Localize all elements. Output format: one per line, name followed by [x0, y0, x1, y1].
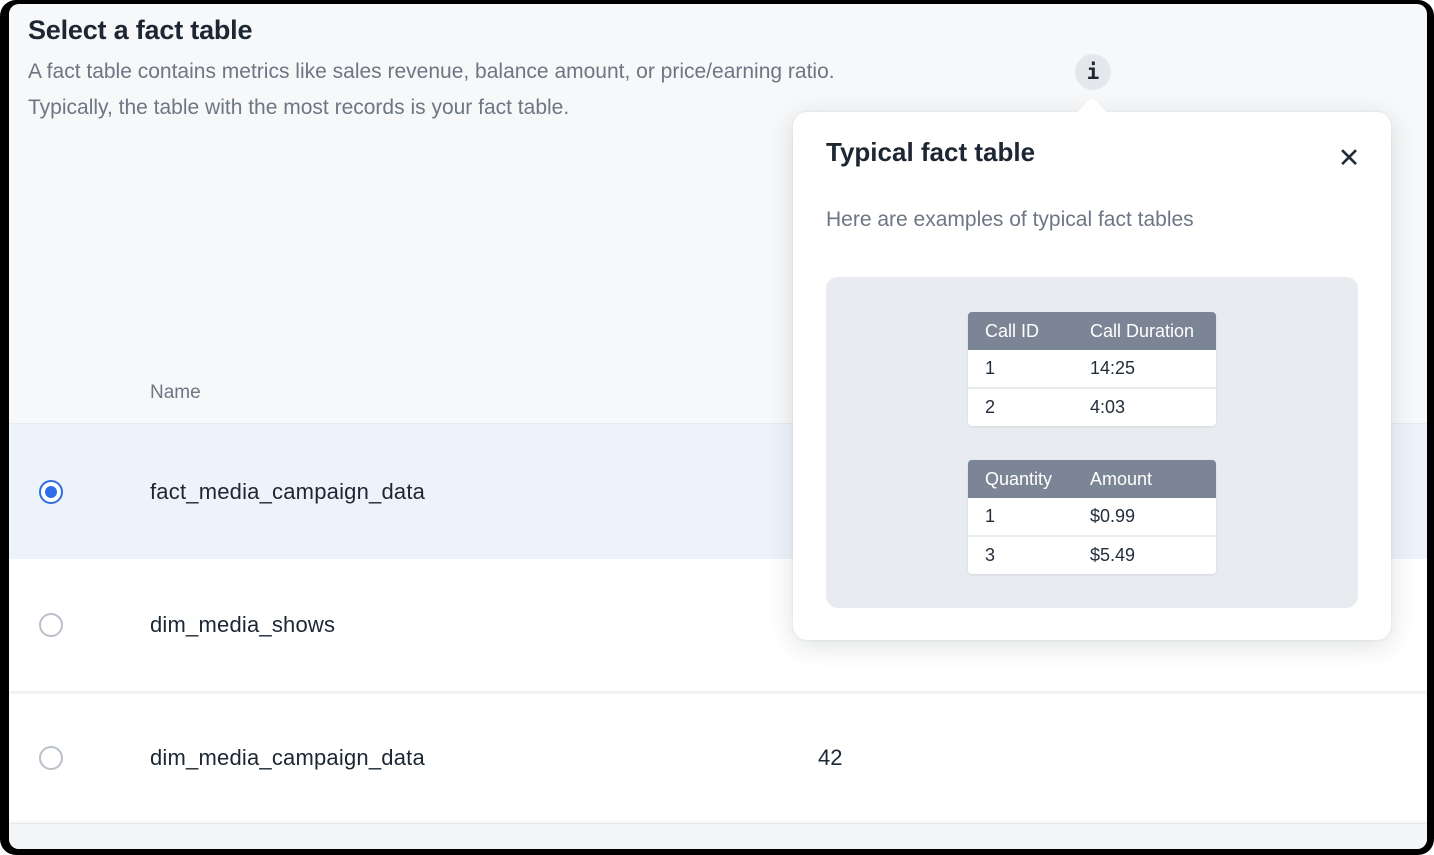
table-row-count: 42 — [818, 745, 842, 771]
cell: 2 — [985, 397, 1090, 418]
table-row-name: fact_media_campaign_data — [150, 479, 425, 505]
example-table-calls-header: Call ID Call Duration — [968, 312, 1216, 350]
table-row-name: dim_media_campaign_data — [150, 745, 425, 771]
radio-dot — [45, 486, 57, 498]
name-column-header: Name — [150, 381, 201, 405]
example-tables-card: Call ID Call Duration 1 14:25 2 4:03 Qua… — [826, 277, 1358, 608]
table-row-name: dim_media_shows — [150, 612, 335, 638]
table-row-dim-media-campaign-data[interactable]: dim_media_campaign_data 42 — [9, 695, 1427, 821]
header-cell: Call ID — [985, 321, 1090, 342]
popover-subtitle: Here are examples of typical fact tables — [826, 205, 1194, 235]
footer-bar — [9, 823, 1427, 849]
description-line-2: Typically, the table with the most recor… — [28, 94, 569, 122]
example-table-sales-header: Quantity Amount — [968, 460, 1216, 498]
example-table-row: 1 14:25 — [968, 350, 1216, 387]
radio-dot — [45, 752, 57, 764]
example-table-sales: Quantity Amount 1 $0.99 3 $5.49 — [968, 460, 1216, 574]
cell: $5.49 — [1090, 545, 1216, 566]
example-table-row: 3 $5.49 — [968, 537, 1216, 574]
page-title: Select a fact table — [28, 12, 252, 48]
header-cell: Call Duration — [1090, 321, 1216, 342]
select-fact-table-screen: Select a fact table A fact table contain… — [9, 4, 1427, 849]
cell: 4:03 — [1090, 397, 1216, 418]
radio-selected[interactable] — [39, 480, 63, 504]
radio-unselected[interactable] — [39, 613, 63, 637]
cell: 1 — [985, 506, 1090, 527]
header-cell: Quantity — [985, 469, 1090, 490]
popover-title: Typical fact table — [826, 134, 1035, 170]
cell: 14:25 — [1090, 358, 1216, 379]
header-cell: Amount — [1090, 469, 1216, 490]
example-table-row: 1 $0.99 — [968, 498, 1216, 535]
example-table-row: 2 4:03 — [968, 389, 1216, 426]
example-table-calls: Call ID Call Duration 1 14:25 2 4:03 — [968, 312, 1216, 426]
cell: $0.99 — [1090, 506, 1216, 527]
radio-dot — [45, 619, 57, 631]
popover-caret — [1076, 97, 1107, 128]
window-frame: Select a fact table A fact table contain… — [0, 0, 1434, 855]
radio-unselected[interactable] — [39, 746, 63, 770]
description-line-1: A fact table contains metrics like sales… — [28, 58, 835, 86]
close-icon[interactable]: ✕ — [1333, 142, 1365, 174]
cell: 1 — [985, 358, 1090, 379]
typical-fact-table-popover: Typical fact table ✕ Here are examples o… — [793, 112, 1391, 640]
cell: 3 — [985, 545, 1090, 566]
info-icon[interactable]: i — [1075, 54, 1111, 90]
